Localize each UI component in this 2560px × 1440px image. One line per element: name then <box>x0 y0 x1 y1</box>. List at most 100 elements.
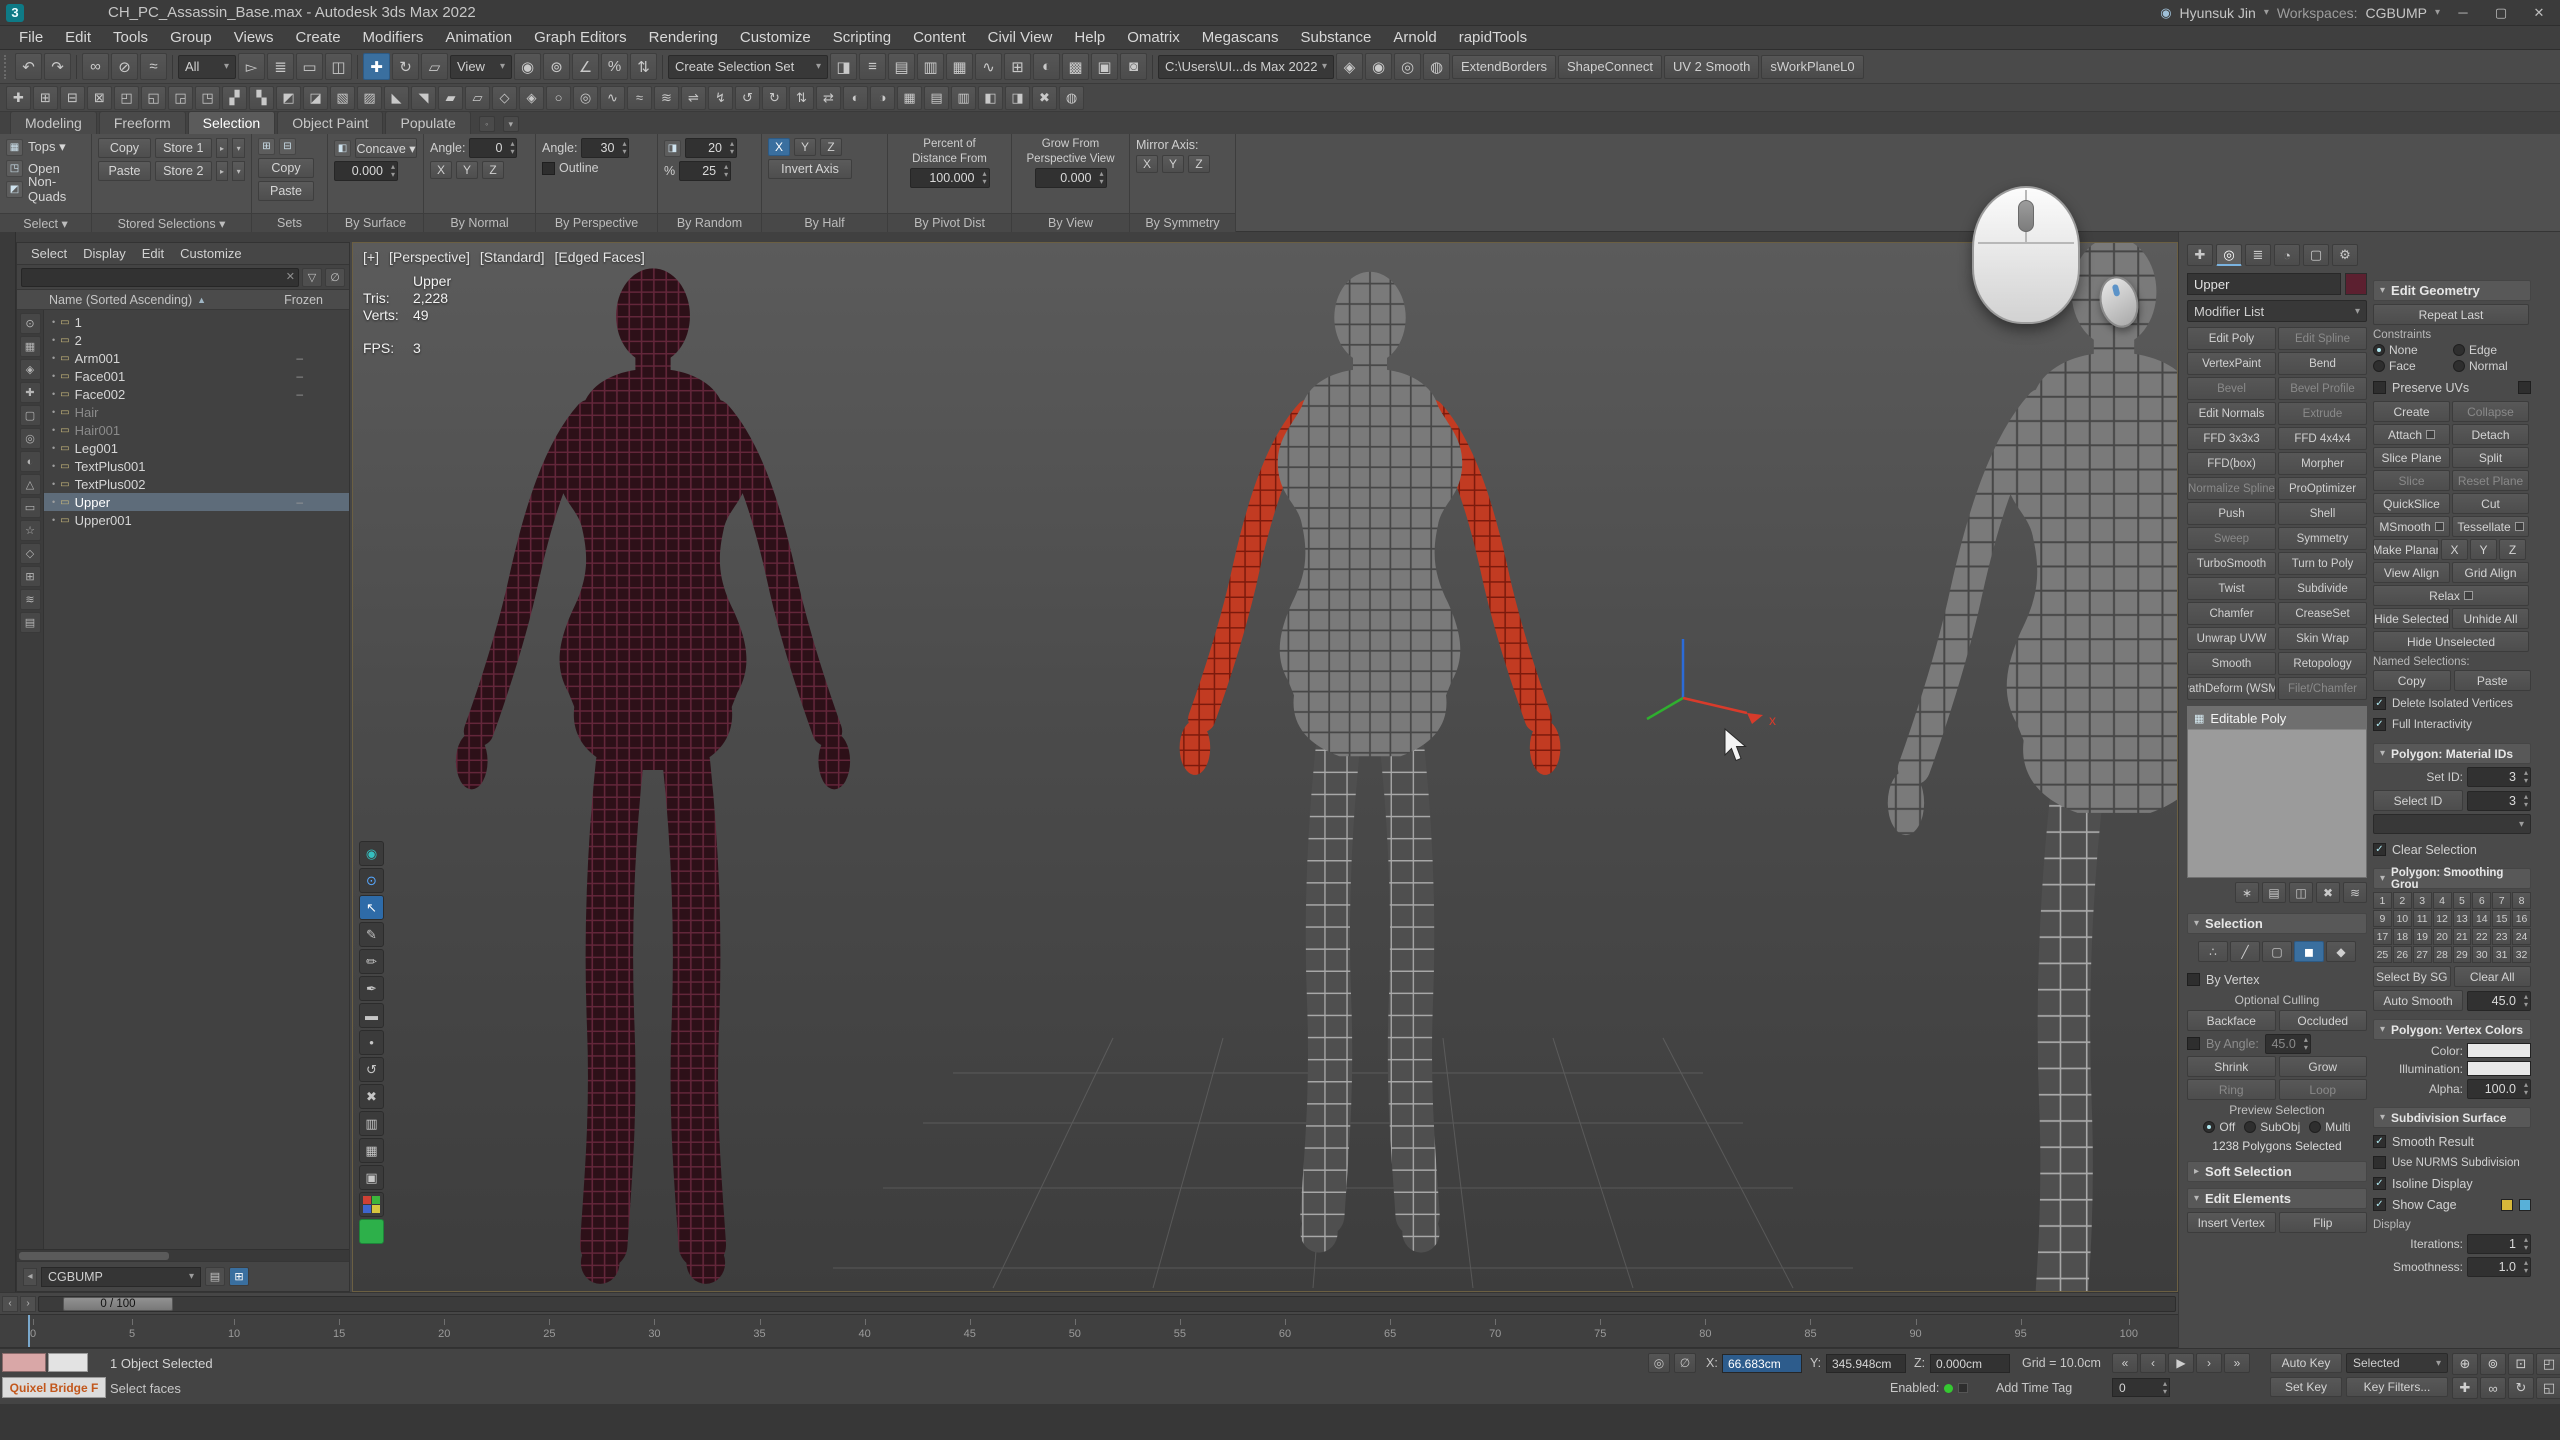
previous-frame-button[interactable]: ‹ <box>2140 1353 2166 1373</box>
window-crossing-icon[interactable]: ◫ <box>325 53 352 80</box>
clear-all-button[interactable]: Clear All <box>2454 966 2532 987</box>
viewport-label-menu[interactable]: [Perspective] <box>389 249 470 265</box>
modifier-button[interactable]: VertexPaint <box>2187 352 2276 375</box>
smoothing-group-button[interactable]: 16 <box>2512 910 2531 927</box>
pin-stack-icon[interactable]: ∗ <box>2235 882 2259 903</box>
clear-search-icon[interactable]: ✕ <box>286 270 295 283</box>
align-icon[interactable]: ≡ <box>859 53 886 80</box>
ribbon-select-option[interactable]: ◩Non-Quads <box>6 180 85 198</box>
edit-geometry-rollout-header[interactable]: ▾Edit Geometry <box>2373 280 2531 301</box>
time-slider-thumb[interactable]: 0 / 100 <box>63 1297 173 1311</box>
edit-geometry-button[interactable]: Grid Align <box>2452 562 2529 583</box>
smoothing-group-button[interactable]: 2 <box>2393 892 2412 909</box>
edit-geometry-button[interactable]: Detach <box>2452 424 2529 445</box>
script-button[interactable]: ShapeConnect <box>1558 55 1662 79</box>
smoothing-group-button[interactable]: 9 <box>2373 910 2392 927</box>
toggle-ribbon-icon[interactable]: ▦ <box>946 53 973 80</box>
store2-button[interactable]: Store 2 <box>155 161 212 181</box>
smoothing-group-button[interactable]: 22 <box>2472 928 2491 945</box>
modifier-button[interactable]: ProOptimizer <box>2278 477 2367 500</box>
smoothing-group-button[interactable]: 32 <box>2512 946 2531 963</box>
modifier-button[interactable]: Bevel Profile <box>2278 377 2367 400</box>
footer-collapse-icon[interactable]: ◂ <box>23 1268 37 1286</box>
next-frame-button[interactable]: › <box>2196 1353 2222 1373</box>
walk-through-icon[interactable]: ∞ <box>2480 1377 2506 1399</box>
object-name-field[interactable]: Upper <box>2187 273 2341 295</box>
visibility-dot-icon[interactable]: • <box>52 407 55 417</box>
modifier-button[interactable]: Unwrap UVW <box>2187 627 2276 650</box>
concave-dropdown[interactable]: Concave ▾ <box>355 138 417 158</box>
maxscript-listener-line[interactable] <box>48 1353 88 1372</box>
zoom-all-icon[interactable]: ⊚ <box>2480 1353 2506 1375</box>
explorer-filter-icon[interactable]: △ <box>20 474 41 495</box>
script-icon-4[interactable]: ◍ <box>1423 53 1450 80</box>
alpha-spinner[interactable]: 100.0 <box>2467 1079 2531 1099</box>
constraint-radio[interactable]: Normal <box>2453 359 2531 373</box>
show-cage-checkbox[interactable] <box>2373 1198 2386 1211</box>
ribbon-pin-icon[interactable]: ◦ <box>479 116 495 132</box>
visibility-dot-icon[interactable]: • <box>52 479 55 489</box>
preserve-uvs-settings-icon[interactable] <box>2518 381 2531 394</box>
border-mode-icon[interactable]: ▢ <box>2262 941 2292 962</box>
script-button[interactable]: ExtendBorders <box>1452 55 1556 79</box>
custom-tool-icon[interactable]: ⊠ <box>87 86 112 110</box>
smooth-result-checkbox[interactable] <box>2373 1135 2386 1148</box>
ribbon-footer-select[interactable]: Select ▾ <box>0 213 91 232</box>
scene-object-row[interactable]: • ▭ Face002 – <box>44 385 349 403</box>
edit-elements-rollout-header[interactable]: ▾Edit Elements <box>2187 1188 2367 1209</box>
menu-item[interactable]: Group <box>159 29 223 46</box>
modifier-button[interactable]: Bend <box>2278 352 2367 375</box>
notes-icon[interactable]: ▣ <box>359 1165 384 1190</box>
smoothing-group-button[interactable]: 23 <box>2492 928 2511 945</box>
smoothing-group-button[interactable]: 25 <box>2373 946 2392 963</box>
custom-tool-icon[interactable]: ⇌ <box>681 86 706 110</box>
script-icon-1[interactable]: ◈ <box>1336 53 1363 80</box>
active-color-swatch[interactable] <box>359 1219 384 1244</box>
transform-gizmo[interactable]: x <box>1647 639 1776 728</box>
edit-geometry-button[interactable]: Collapse <box>2452 401 2529 422</box>
outline-checkbox[interactable] <box>542 162 555 175</box>
select-and-link-icon[interactable]: ∞ <box>82 53 109 80</box>
ribbon-footer-by-surface[interactable]: By Surface <box>328 213 423 232</box>
custom-tool-icon[interactable]: ◐ <box>843 86 868 110</box>
previous-key-button[interactable]: ‹ <box>2 1296 18 1312</box>
x-coordinate-field[interactable]: 66.683cm <box>1722 1354 1802 1373</box>
roller-icon[interactable]: ▥ <box>359 1111 384 1136</box>
scene-object-row[interactable]: • ▭ TextPlus002 <box>44 475 349 493</box>
go-to-end-button[interactable]: » <box>2224 1353 2250 1373</box>
custom-tool-icon[interactable]: ◈ <box>519 86 544 110</box>
custom-tool-icon[interactable]: ✖ <box>1032 86 1057 110</box>
store2-minus-icon[interactable]: ▾ <box>232 161 245 181</box>
material-editor-icon[interactable]: ◐ <box>1033 53 1060 80</box>
modifier-button[interactable]: Symmetry <box>2278 527 2367 550</box>
scene-object-row[interactable]: • ▭ Leg001 <box>44 439 349 457</box>
select-and-scale-icon[interactable]: ▱ <box>421 53 448 80</box>
smoothing-group-button[interactable]: 18 <box>2393 928 2412 945</box>
modifier-button[interactable]: Edit Normals <box>2187 402 2276 425</box>
smoothing-group-button[interactable]: 7 <box>2492 892 2511 909</box>
soft-selection-rollout-header[interactable]: ▸Soft Selection <box>2187 1161 2367 1182</box>
custom-tool-icon[interactable]: ↻ <box>762 86 787 110</box>
hierarchy-tab-icon[interactable]: ≣ <box>2245 244 2271 266</box>
y-coordinate-field[interactable]: 345.948cm <box>1826 1354 1906 1373</box>
explorer-filter-icon[interactable]: ✚ <box>20 382 41 403</box>
visibility-dot-icon[interactable]: • <box>52 497 55 507</box>
select-and-move-icon[interactable]: ✚ <box>363 53 390 80</box>
tab-freeform[interactable]: Freeform <box>99 111 186 134</box>
random-count-spinner[interactable]: 25 <box>679 161 731 181</box>
explorer-filter-icon[interactable]: ≋ <box>20 589 41 610</box>
view-grow-spinner[interactable]: 0.000 <box>1035 168 1107 188</box>
custom-tool-icon[interactable]: ↺ <box>735 86 760 110</box>
normal-axis-toggle[interactable]: X <box>430 161 452 179</box>
edit-geometry-button[interactable]: X <box>2441 539 2468 560</box>
edit-geometry-button[interactable]: Tessellate <box>2452 516 2529 537</box>
modifier-button[interactable]: Skin Wrap <box>2278 627 2367 650</box>
modifier-button[interactable]: Subdivide <box>2278 577 2367 600</box>
menu-item[interactable]: Modifiers <box>352 29 435 46</box>
modifier-button[interactable]: Twist <box>2187 577 2276 600</box>
grid-view-icon[interactable]: ⊞ <box>229 1267 249 1286</box>
material-name-dropdown[interactable]: ▾ <box>2373 814 2531 834</box>
menu-item[interactable]: Edit <box>54 29 102 46</box>
visibility-dot-icon[interactable]: • <box>52 389 55 399</box>
menu-item[interactable]: Scripting <box>822 29 902 46</box>
